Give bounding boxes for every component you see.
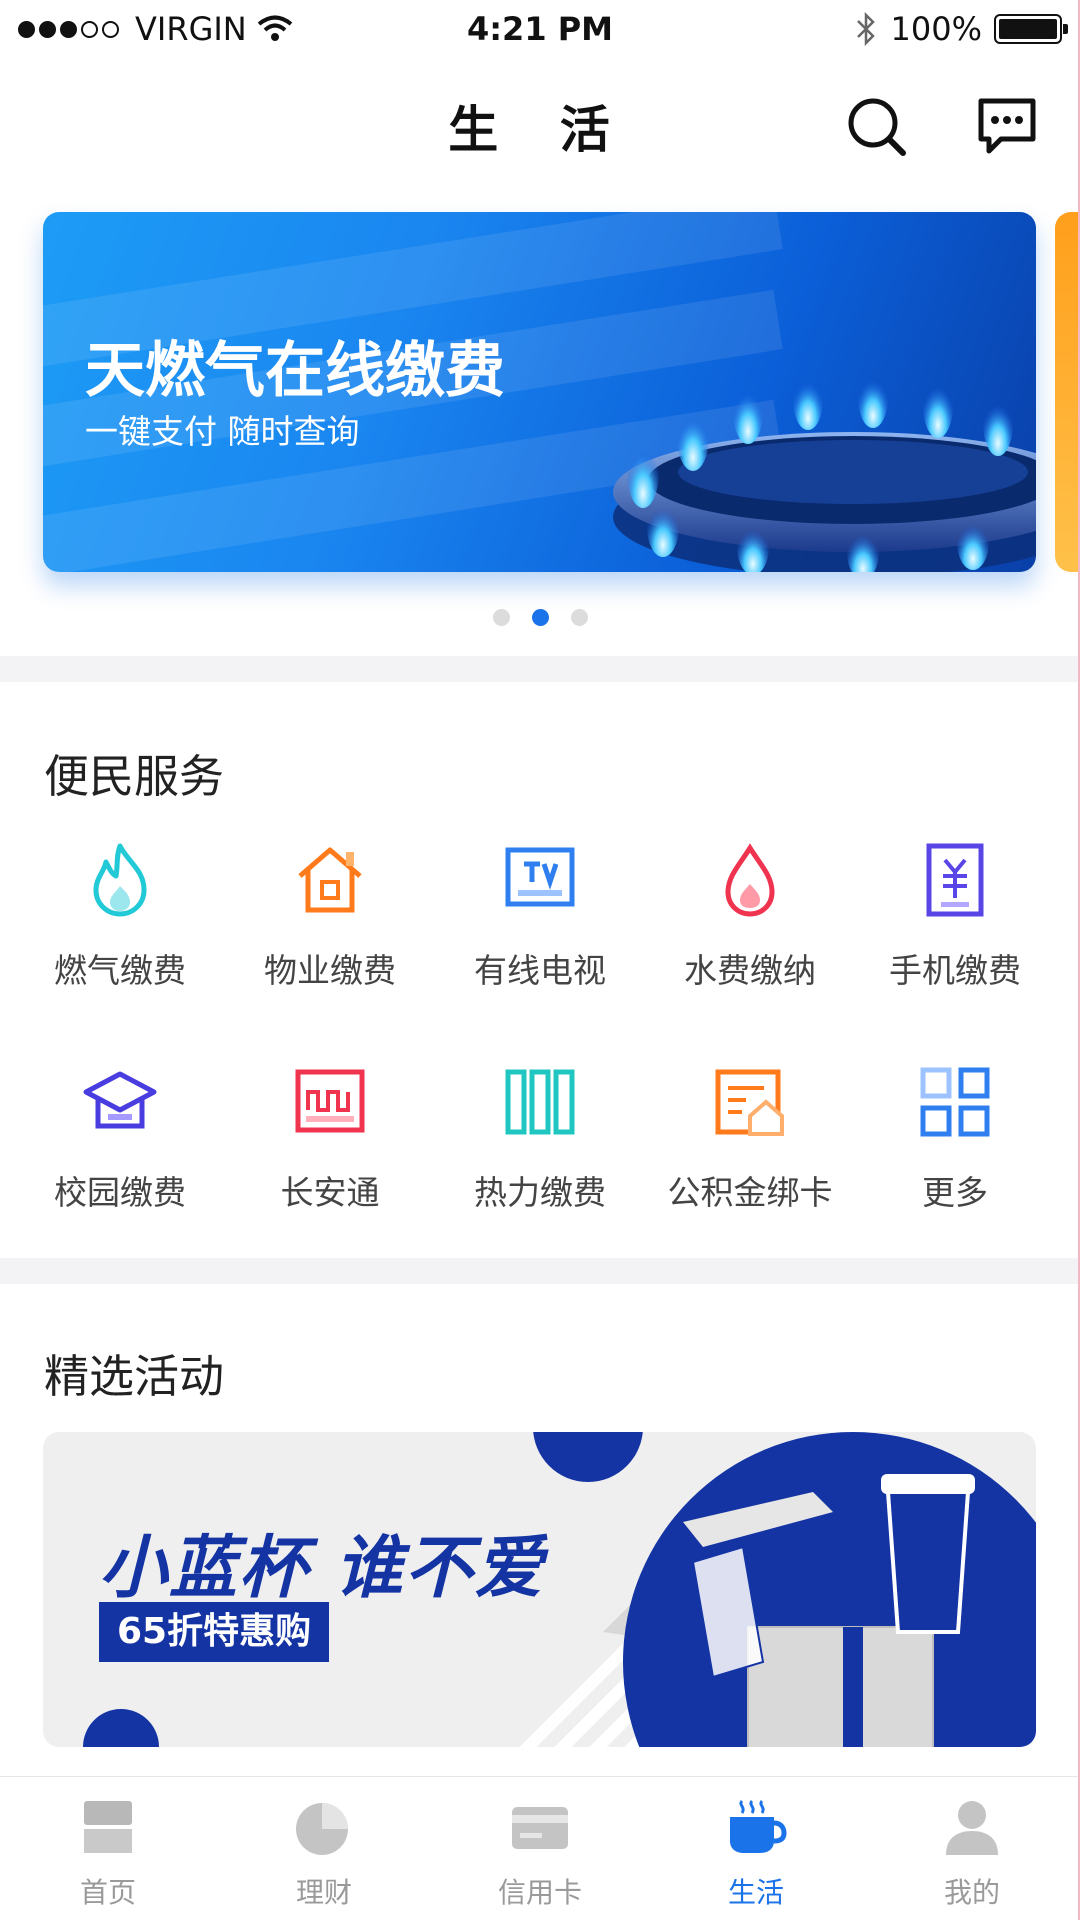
bluetooth-icon: [856, 12, 875, 46]
section-divider: [0, 1258, 1080, 1284]
coffee-cup-icon: [730, 1799, 787, 1853]
more-grid-icon: [920, 1067, 990, 1137]
flame-icon: [93, 843, 147, 917]
service-label: 校园缴费: [54, 1173, 186, 1212]
service-label: 热力缴费: [474, 1173, 606, 1212]
tab-label: 首页: [79, 1876, 136, 1909]
pager-dot-active: [531, 609, 549, 626]
tab-label: 理财: [295, 1876, 352, 1909]
service-campus[interactable]: 校园缴费: [20, 1062, 220, 1214]
service-mobile[interactable]: 手机缴费: [855, 840, 1055, 992]
search-icon[interactable]: [845, 95, 909, 159]
service-label: 长安通: [280, 1173, 380, 1212]
transit-card-icon: [295, 1069, 365, 1133]
service-label: 更多: [922, 1173, 988, 1212]
service-label: 公积金绑卡: [667, 1173, 833, 1212]
tv-icon: [505, 847, 575, 907]
service-heating[interactable]: 热力缴费: [440, 1062, 640, 1214]
service-property[interactable]: 物业缴费: [230, 840, 430, 992]
next-banner-peek[interactable]: [1055, 212, 1080, 572]
service-water[interactable]: 水费缴纳: [650, 840, 850, 992]
tab-credit-card[interactable]: 信用卡: [432, 1777, 648, 1920]
tab-label: 生活: [727, 1876, 784, 1909]
tab-finance[interactable]: 理财: [216, 1777, 432, 1920]
gas-payment-banner[interactable]: 天燃气在线缴费 一键支付 随时查询: [43, 212, 1036, 572]
house-icon: [298, 847, 362, 913]
activities-title: 精选活动: [44, 1350, 225, 1403]
service-more[interactable]: 更多: [855, 1062, 1055, 1214]
user-icon: [946, 1801, 998, 1855]
gas-stove-illustration: [613, 368, 1036, 572]
luckin-coffee-promo[interactable]: 小蓝杯 谁不爱 65折特惠购: [43, 1432, 1036, 1747]
banner-title: 天燃气在线缴费: [85, 336, 505, 406]
pie-chart-icon: [296, 1803, 348, 1855]
credit-card-icon: [512, 1807, 568, 1849]
battery-icon: [994, 14, 1068, 44]
pager-dot: [570, 609, 588, 626]
service-housing-fund[interactable]: 公积金绑卡: [650, 1062, 850, 1214]
fund-house-icon: [715, 1069, 784, 1136]
tab-label: 信用卡: [497, 1876, 582, 1909]
graduation-cap-icon: [83, 1071, 157, 1129]
service-label: 水费缴纳: [684, 951, 816, 990]
phone-yuan-icon: [926, 843, 984, 917]
status-bar: VIRGIN 4:21 PM 100%: [0, 0, 1080, 60]
tab-home[interactable]: 首页: [0, 1777, 216, 1920]
coffee-gift-illustration: [83, 1432, 1036, 1747]
service-label: 物业缴费: [264, 951, 396, 990]
service-label: 燃气缴费: [54, 951, 186, 990]
service-cable-tv[interactable]: 有线电视: [440, 840, 640, 992]
bottom-tab-bar: 首页 理财 信用卡 生活 我的: [0, 1776, 1080, 1920]
message-icon[interactable]: [975, 95, 1039, 159]
banner-pager: [0, 609, 1080, 626]
section-divider: [0, 656, 1080, 682]
service-gas[interactable]: 燃气缴费: [20, 840, 220, 992]
page-title: 生 活: [448, 101, 632, 159]
service-changantong[interactable]: 长安通: [230, 1062, 430, 1214]
pager-dot: [492, 609, 510, 626]
service-label: 手机缴费: [889, 951, 1021, 990]
tab-mine[interactable]: 我的: [864, 1777, 1080, 1920]
water-drop-icon: [725, 843, 775, 917]
status-right: 100%: [855, 10, 1068, 48]
services-title: 便民服务: [44, 750, 225, 803]
home-icon: [84, 1801, 132, 1853]
service-label: 有线电视: [474, 951, 606, 990]
heat-bars-icon: [505, 1069, 575, 1135]
battery-percent: 100%: [890, 10, 982, 48]
tab-life[interactable]: 生活: [648, 1777, 864, 1920]
banner-subtitle: 一键支付 随时查询: [85, 412, 360, 451]
tab-label: 我的: [943, 1876, 1000, 1909]
